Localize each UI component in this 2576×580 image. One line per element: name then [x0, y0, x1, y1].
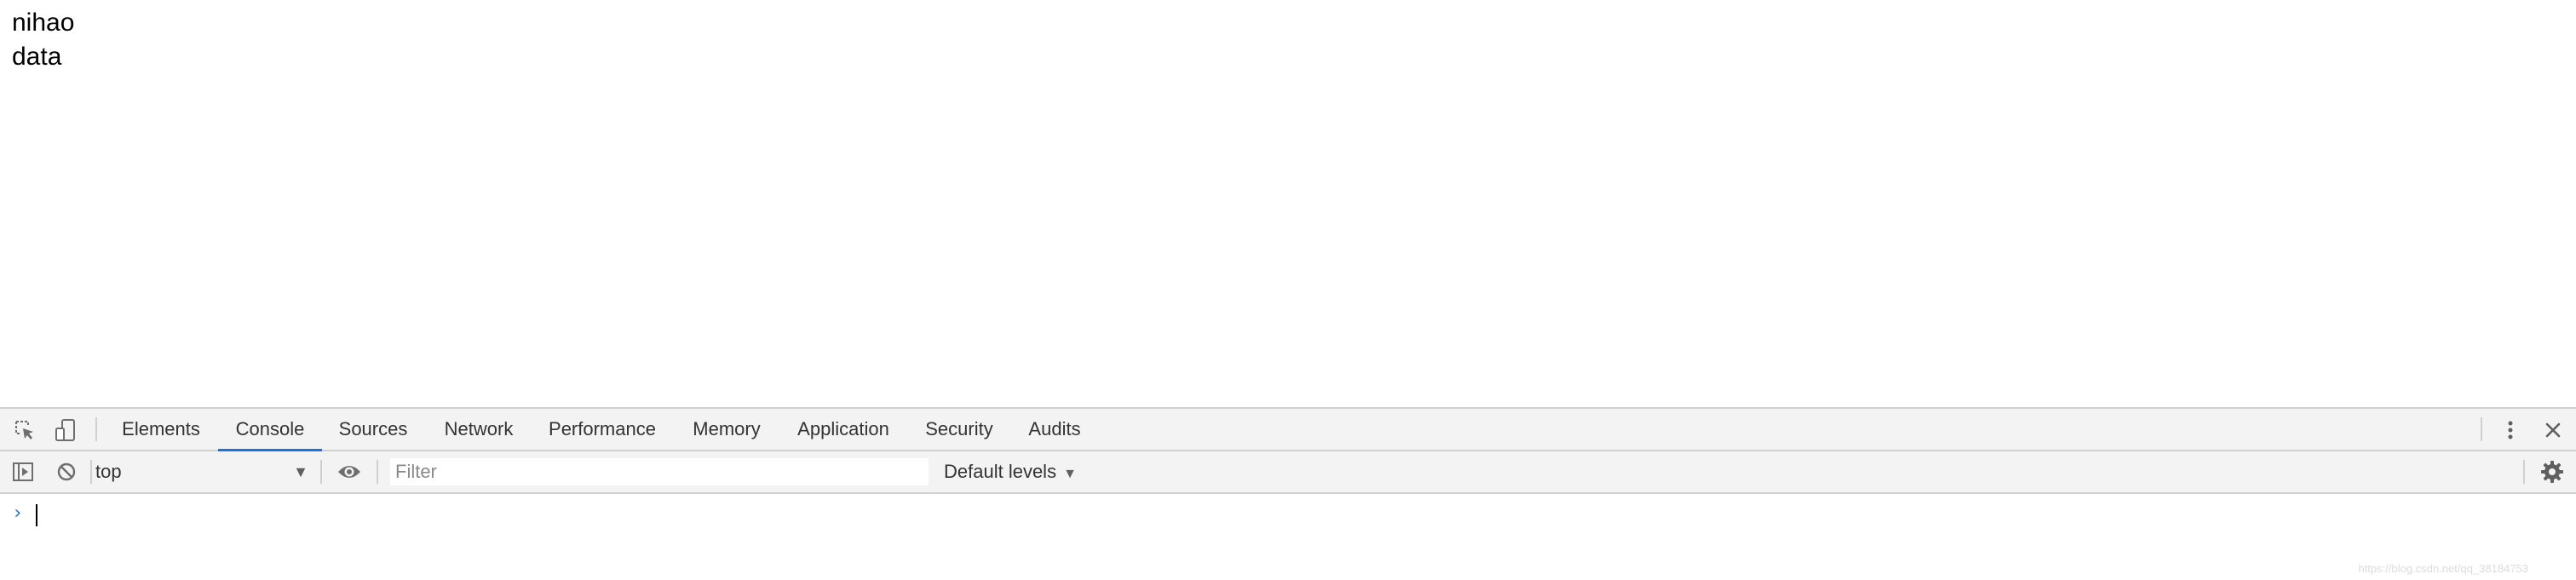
caret-down-icon: ▼	[293, 463, 308, 480]
device-toolbar-icon[interactable]	[53, 417, 78, 443]
console-prompt-icon: ›	[12, 502, 24, 524]
close-icon[interactable]	[2540, 417, 2566, 443]
more-vertical-icon[interactable]	[2498, 417, 2523, 443]
devtools-panel: Elements Console Sources Network Perform…	[0, 407, 2576, 580]
console-output[interactable]: › https://blog.csdn.net/qq_38184753	[0, 494, 2576, 580]
toolbar-divider	[320, 460, 322, 484]
tab-memory[interactable]: Memory	[681, 409, 772, 450]
tab-performance[interactable]: Performance	[540, 409, 664, 450]
clear-console-icon[interactable]	[55, 460, 78, 484]
toolbar-divider	[2481, 417, 2482, 441]
toolbar-divider	[2523, 460, 2525, 484]
caret-down-icon: ▼	[1063, 467, 1077, 481]
tab-elements[interactable]: Elements	[109, 409, 213, 450]
page-viewport: nihao data	[0, 0, 2576, 407]
console-toolbar: top ▼ Default levels ▼	[0, 451, 2576, 494]
log-levels-dropdown[interactable]: Default levels ▼	[944, 458, 1077, 485]
eye-icon[interactable]	[334, 460, 365, 484]
tab-network[interactable]: Network	[431, 409, 526, 450]
tab-sources[interactable]: Sources	[327, 409, 419, 450]
tab-security[interactable]: Security	[917, 409, 1002, 450]
filter-input[interactable]	[390, 458, 929, 485]
context-selector[interactable]: top ▼	[95, 458, 315, 485]
gear-icon[interactable]	[2539, 459, 2566, 485]
inspect-element-icon[interactable]	[12, 417, 37, 443]
toolbar-divider	[95, 417, 97, 441]
sidebar-toggle-icon[interactable]	[10, 460, 36, 484]
page-text-line: data	[12, 43, 62, 71]
context-value: top	[95, 461, 122, 482]
toolbar-divider	[377, 460, 378, 484]
text-cursor	[36, 504, 37, 526]
log-levels-label: Default levels	[944, 461, 1057, 482]
page-text-line: nihao	[12, 9, 75, 37]
toolbar-divider	[90, 460, 92, 484]
tab-audits[interactable]: Audits	[1019, 409, 1090, 450]
tab-console[interactable]: Console	[218, 409, 322, 451]
watermark: https://blog.csdn.net/qq_38184753	[2358, 562, 2529, 575]
tab-application[interactable]: Application	[787, 409, 900, 450]
devtools-tabbar: Elements Console Sources Network Perform…	[0, 409, 2576, 451]
